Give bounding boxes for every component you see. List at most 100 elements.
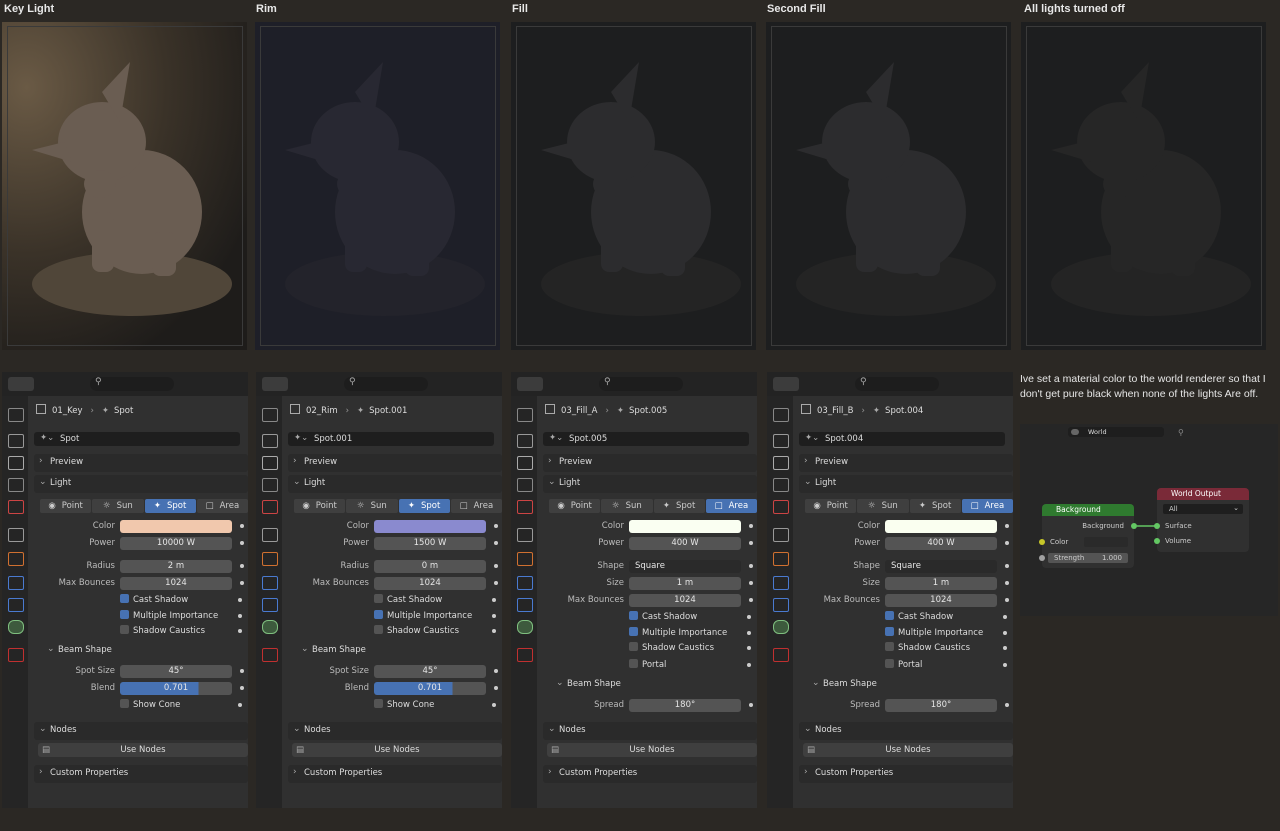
tab-scene-icon[interactable] xyxy=(262,500,278,514)
cast-shadow-option-checkbox[interactable] xyxy=(120,594,129,603)
portal-option[interactable]: Portal xyxy=(629,659,751,671)
show-cone-option[interactable]: Show Cone xyxy=(374,699,496,711)
portal-option-keyframe-dot[interactable] xyxy=(1003,663,1007,667)
spot-size-row-keyframe-dot[interactable] xyxy=(240,669,244,673)
size-row-field[interactable]: 1 m xyxy=(885,577,997,590)
shadow-caustics-option[interactable]: Shadow Caustics xyxy=(120,625,242,637)
custom-properties-section[interactable]: › Custom Properties xyxy=(543,765,757,783)
blend-row-field[interactable]: 0.701 xyxy=(120,682,232,695)
color-row-keyframe-dot[interactable] xyxy=(494,524,498,528)
tab-texture-icon[interactable] xyxy=(8,648,24,662)
show-cone-option-checkbox[interactable] xyxy=(120,699,129,708)
tab-view-layer-icon[interactable] xyxy=(517,478,533,492)
light-section[interactable]: ⌄ Light xyxy=(543,475,757,493)
light-section[interactable]: ⌄ Light xyxy=(799,475,1013,493)
light-type-point-button[interactable]: ◉ Point xyxy=(40,499,92,513)
tab-modifier-icon[interactable] xyxy=(773,576,789,590)
shape-row-keyframe-dot[interactable] xyxy=(749,564,753,568)
radius-row-field[interactable]: 2 m xyxy=(120,560,232,573)
tab-output-icon[interactable] xyxy=(517,456,533,470)
radius-row-field[interactable]: 0 m xyxy=(374,560,486,573)
portal-option-checkbox[interactable] xyxy=(629,659,638,668)
nodes-section[interactable]: ⌄ Nodes xyxy=(288,722,502,740)
multiple-importance-option-checkbox[interactable] xyxy=(629,627,638,636)
use-nodes-button[interactable]: ▤ Use Nodes xyxy=(292,743,502,757)
beam-shape-section[interactable]: ⌄ Beam Shape xyxy=(807,676,1013,694)
tab-tool-icon[interactable] xyxy=(773,408,789,422)
max-bounces-row-field[interactable]: 1024 xyxy=(120,577,232,590)
cast-shadow-option-keyframe-dot[interactable] xyxy=(747,615,751,619)
cast-shadow-option[interactable]: Cast Shadow xyxy=(885,611,1007,623)
shadow-caustics-option-keyframe-dot[interactable] xyxy=(1003,646,1007,650)
multiple-importance-option-keyframe-dot[interactable] xyxy=(492,614,496,618)
light-section[interactable]: ⌄ Light xyxy=(288,475,502,493)
tab-scene-icon[interactable] xyxy=(773,500,789,514)
color-row-swatch[interactable] xyxy=(374,520,486,533)
tab-render-icon[interactable] xyxy=(8,434,24,448)
spot-size-row-field[interactable]: 45° xyxy=(120,665,232,678)
tab-light-data-icon[interactable] xyxy=(8,620,24,634)
light-type-point-button[interactable]: ◉ Point xyxy=(294,499,346,513)
custom-properties-section[interactable]: › Custom Properties xyxy=(799,765,1013,783)
output-target-dropdown[interactable]: All ⌄ xyxy=(1163,504,1243,514)
cast-shadow-option-keyframe-dot[interactable] xyxy=(1003,615,1007,619)
shape-row-keyframe-dot[interactable] xyxy=(1005,564,1009,568)
power-row-keyframe-dot[interactable] xyxy=(749,541,753,545)
max-bounces-row-field[interactable]: 1024 xyxy=(374,577,486,590)
tab-texture-icon[interactable] xyxy=(517,648,533,662)
nodes-section[interactable]: ⌄ Nodes xyxy=(34,722,248,740)
shadow-caustics-option[interactable]: Shadow Caustics xyxy=(629,642,751,654)
tab-view-layer-icon[interactable] xyxy=(773,478,789,492)
max-bounces-row-field[interactable]: 1024 xyxy=(629,594,741,607)
size-row-field[interactable]: 1 m xyxy=(629,577,741,590)
tab-object-icon[interactable] xyxy=(773,552,789,566)
show-cone-option[interactable]: Show Cone xyxy=(120,699,242,711)
light-type-sun-button[interactable]: ☼ Sun xyxy=(92,499,144,513)
color-row-swatch[interactable] xyxy=(629,520,741,533)
tab-light-data-icon[interactable] xyxy=(773,620,789,634)
search-input[interactable]: ⚲ xyxy=(344,377,428,391)
multiple-importance-option-checkbox[interactable] xyxy=(120,610,129,619)
power-row-keyframe-dot[interactable] xyxy=(494,541,498,545)
color-row-keyframe-dot[interactable] xyxy=(240,524,244,528)
preview-section[interactable]: › Preview xyxy=(543,454,757,472)
max-bounces-row-keyframe-dot[interactable] xyxy=(749,598,753,602)
tab-tool-icon[interactable] xyxy=(8,408,24,422)
tab-light-data-icon[interactable] xyxy=(517,620,533,634)
tab-modifier-icon[interactable] xyxy=(517,576,533,590)
cast-shadow-option-keyframe-dot[interactable] xyxy=(492,598,496,602)
power-row-keyframe-dot[interactable] xyxy=(240,541,244,545)
color-row-keyframe-dot[interactable] xyxy=(1005,524,1009,528)
show-cone-option-keyframe-dot[interactable] xyxy=(492,703,496,707)
light-type-spot-button[interactable]: ✦ Spot xyxy=(398,499,450,513)
nodes-section[interactable]: ⌄ Nodes xyxy=(543,722,757,740)
light-type-spot-button[interactable]: ✦ Spot xyxy=(909,499,961,513)
color-row-keyframe-dot[interactable] xyxy=(749,524,753,528)
beam-shape-section[interactable]: ⌄ Beam Shape xyxy=(42,642,248,660)
tab-scene-icon[interactable] xyxy=(517,500,533,514)
light-type-area-button[interactable]: □ Area xyxy=(196,499,248,513)
cast-shadow-option[interactable]: Cast Shadow xyxy=(629,611,751,623)
tab-object-icon[interactable] xyxy=(517,552,533,566)
preview-section[interactable]: › Preview xyxy=(288,454,502,472)
max-bounces-row-keyframe-dot[interactable] xyxy=(494,581,498,585)
show-cone-option-keyframe-dot[interactable] xyxy=(238,703,242,707)
light-type-area-button[interactable]: □ Area xyxy=(705,499,757,513)
multiple-importance-option-checkbox[interactable] xyxy=(374,610,383,619)
light-type-sun-button[interactable]: ☼ Sun xyxy=(346,499,398,513)
tab-world-icon[interactable] xyxy=(517,528,533,542)
tab-world-icon[interactable] xyxy=(773,528,789,542)
cast-shadow-option[interactable]: Cast Shadow xyxy=(374,594,496,606)
tab-world-icon[interactable] xyxy=(8,528,24,542)
tab-modifier-icon[interactable] xyxy=(8,576,24,590)
power-row-field[interactable]: 400 W xyxy=(885,537,997,550)
multiple-importance-option[interactable]: Multiple Importance xyxy=(629,627,751,639)
tab-constraint-icon[interactable] xyxy=(8,598,24,612)
light-datablock-field[interactable]: Spot.004 ✦⌄ xyxy=(799,432,1005,446)
surface-input-socket[interactable] xyxy=(1154,523,1160,529)
light-type-point-button[interactable]: ◉ Point xyxy=(805,499,857,513)
shadow-caustics-option-keyframe-dot[interactable] xyxy=(492,629,496,633)
use-nodes-button[interactable]: ▤ Use Nodes xyxy=(803,743,1013,757)
tab-constraint-icon[interactable] xyxy=(262,598,278,612)
multiple-importance-option-keyframe-dot[interactable] xyxy=(1003,631,1007,635)
